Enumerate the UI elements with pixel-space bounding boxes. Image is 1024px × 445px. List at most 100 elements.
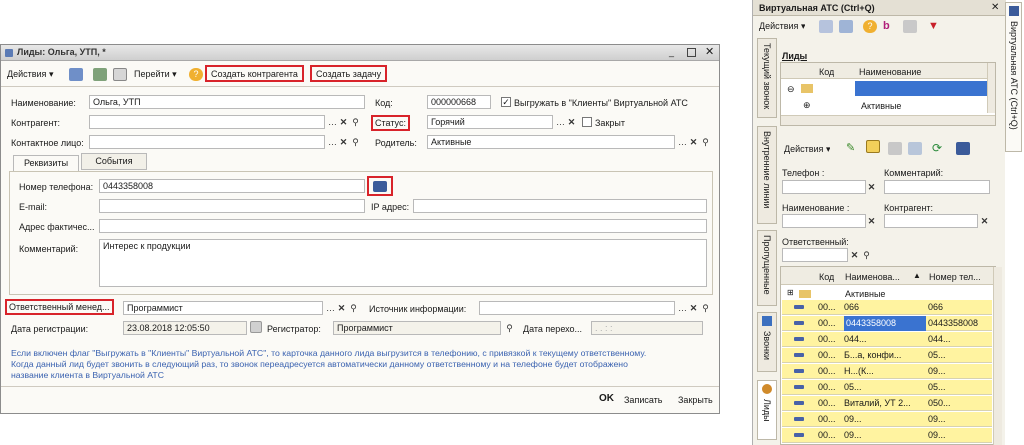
tree-expand-icon[interactable]: ⊕ xyxy=(803,100,811,111)
tree-vscroll[interactable] xyxy=(987,63,995,113)
filter-comment-input[interactable] xyxy=(884,180,990,194)
transfer-date-input[interactable]: . . : : xyxy=(591,321,703,335)
help-icon[interactable]: ? xyxy=(863,20,877,33)
responsible-clear-button[interactable]: ✕ xyxy=(336,302,347,314)
contact-clear-button[interactable]: ✕ xyxy=(338,136,349,148)
code-input[interactable]: 000000668 xyxy=(427,95,491,109)
vats-actions-menu[interactable]: Действия ▾ xyxy=(759,21,805,32)
list-actions-menu[interactable]: Действия ▾ xyxy=(784,144,830,155)
list-row[interactable]: 00... Виталий, УТ 2... 050... xyxy=(782,396,992,411)
ip-input[interactable] xyxy=(413,199,707,213)
registrar-search-icon[interactable]: ⚲ xyxy=(504,322,515,334)
filter-phone-clear-button[interactable]: ✕ xyxy=(866,181,877,193)
edit-icon[interactable]: ✎ xyxy=(846,142,860,155)
list-row[interactable]: 00... 09... 09... xyxy=(782,428,992,443)
responsible-select-button[interactable]: … xyxy=(325,302,336,314)
calendar-icon[interactable] xyxy=(250,321,262,333)
source-clear-button[interactable]: ✕ xyxy=(688,302,699,314)
list-row[interactable]: 00... 05... 05... xyxy=(782,380,992,395)
ok-button[interactable]: OK xyxy=(599,393,614,405)
side-tab-internal-lines[interactable]: Внутренние линии xyxy=(757,126,777,224)
contact-search-icon[interactable]: ⚲ xyxy=(350,136,361,148)
source-search-icon[interactable]: ⚲ xyxy=(700,302,711,314)
side-tab-missed[interactable]: Пропущенные xyxy=(757,230,777,306)
contact-input[interactable] xyxy=(89,135,325,149)
help-icon[interactable]: ? xyxy=(189,68,203,81)
close-button[interactable]: Закрыть xyxy=(678,394,713,406)
tree-collapse-icon[interactable]: ⊖ xyxy=(787,84,795,95)
list-vscroll[interactable] xyxy=(993,267,1002,445)
filter-responsible-search-icon[interactable]: ⚲ xyxy=(861,249,872,261)
refresh-list-icon[interactable]: ⟳ xyxy=(932,142,946,155)
group-expand-icon[interactable]: ⊞ xyxy=(787,288,794,297)
source-input[interactable] xyxy=(479,301,675,315)
maximize-button[interactable] xyxy=(687,48,696,57)
copy-icon[interactable] xyxy=(888,142,902,155)
tree-hscroll[interactable] xyxy=(781,115,995,125)
list-row[interactable]: 00... Н...(К... 09... xyxy=(782,364,992,379)
actions-menu[interactable]: Действия ▾ xyxy=(7,66,53,83)
filter-contractor-clear-button[interactable]: ✕ xyxy=(979,215,990,227)
list-col-name[interactable]: Наименова... xyxy=(845,272,913,282)
export-checkbox[interactable]: ✓ xyxy=(501,97,511,107)
parent-search-icon[interactable]: ⚲ xyxy=(700,136,711,148)
contractor-select-button[interactable]: … xyxy=(327,116,338,128)
refresh-icon[interactable] xyxy=(93,68,107,81)
contractor-input[interactable] xyxy=(89,115,325,129)
parent-input[interactable]: Активные xyxy=(427,135,675,149)
list-row[interactable]: 00... Б...а, конфи... 05... xyxy=(782,348,992,363)
tab-requisites[interactable]: Реквизиты xyxy=(13,155,79,172)
filter-phone-input[interactable] xyxy=(782,180,866,194)
side-tab-current-call[interactable]: Текущий звонок xyxy=(757,38,777,118)
phone-input[interactable]: 0443358008 xyxy=(99,179,365,193)
save-icon[interactable] xyxy=(69,68,83,81)
registrar-input[interactable]: Программист xyxy=(333,321,501,335)
comment-textarea[interactable]: Интерес к продукции xyxy=(99,239,707,287)
filter-responsible-input[interactable] xyxy=(782,248,848,262)
create-contractor-button[interactable]: Создать контрагента xyxy=(205,65,304,82)
list-row[interactable]: 00... 0443358008 0443358008 xyxy=(782,316,992,331)
list-icon[interactable] xyxy=(839,20,853,33)
list-col-code[interactable]: Код xyxy=(819,272,834,282)
status-select-button[interactable]: … xyxy=(555,116,566,128)
list-row[interactable]: 00... 066 066 xyxy=(782,300,992,315)
move-icon[interactable] xyxy=(908,142,922,155)
bold-b-icon[interactable]: b xyxy=(883,20,897,33)
status-input[interactable]: Горячий xyxy=(427,115,553,129)
filter-responsible-clear-button[interactable]: ✕ xyxy=(849,249,860,261)
address-input[interactable] xyxy=(99,219,707,233)
settings-icon[interactable] xyxy=(903,20,917,33)
right-tab-vats[interactable]: Виртуальная АТС (Ctrl+Q) xyxy=(1005,2,1022,152)
contractor-search-icon[interactable]: ⚲ xyxy=(350,116,361,128)
list-row[interactable]: 00... 09... 09... xyxy=(782,412,992,427)
filter-name-clear-button[interactable]: ✕ xyxy=(866,215,877,227)
close-window-button[interactable]: ✕ xyxy=(705,46,714,58)
filter-name-input[interactable] xyxy=(782,214,866,228)
responsible-search-icon[interactable]: ⚲ xyxy=(348,302,359,314)
add-icon[interactable] xyxy=(819,20,833,33)
tab-events[interactable]: События xyxy=(81,153,147,170)
closed-checkbox[interactable] xyxy=(582,117,592,127)
side-tab-calls[interactable]: Звонки xyxy=(757,312,777,372)
pin-icon[interactable]: ▼ xyxy=(928,20,942,33)
contact-select-button[interactable]: … xyxy=(327,136,338,148)
tree-row-selected[interactable] xyxy=(855,81,987,96)
vats-close-icon[interactable]: ✕ xyxy=(991,2,999,13)
parent-select-button[interactable]: … xyxy=(677,136,688,148)
document-icon[interactable] xyxy=(113,68,127,81)
list-row[interactable]: 00... 044... 044... xyxy=(782,332,992,347)
save-button[interactable]: Записать xyxy=(624,394,662,406)
tree-row-active[interactable]: Активные xyxy=(861,101,901,111)
source-select-button[interactable]: … xyxy=(677,302,688,314)
list-col-phone[interactable]: Номер тел... xyxy=(929,272,991,282)
contractor-clear-button[interactable]: ✕ xyxy=(338,116,349,128)
name-input[interactable]: Ольга, УТП xyxy=(89,95,365,109)
call-phone-button[interactable] xyxy=(367,176,393,196)
email-input[interactable] xyxy=(99,199,365,213)
responsible-input[interactable]: Программист xyxy=(123,301,323,315)
parent-clear-button[interactable]: ✕ xyxy=(688,136,699,148)
status-clear-button[interactable]: ✕ xyxy=(566,116,577,128)
create-task-button[interactable]: Создать задачу xyxy=(310,65,388,82)
filter-contractor-input[interactable] xyxy=(884,214,978,228)
phone-list-icon[interactable] xyxy=(956,142,970,155)
